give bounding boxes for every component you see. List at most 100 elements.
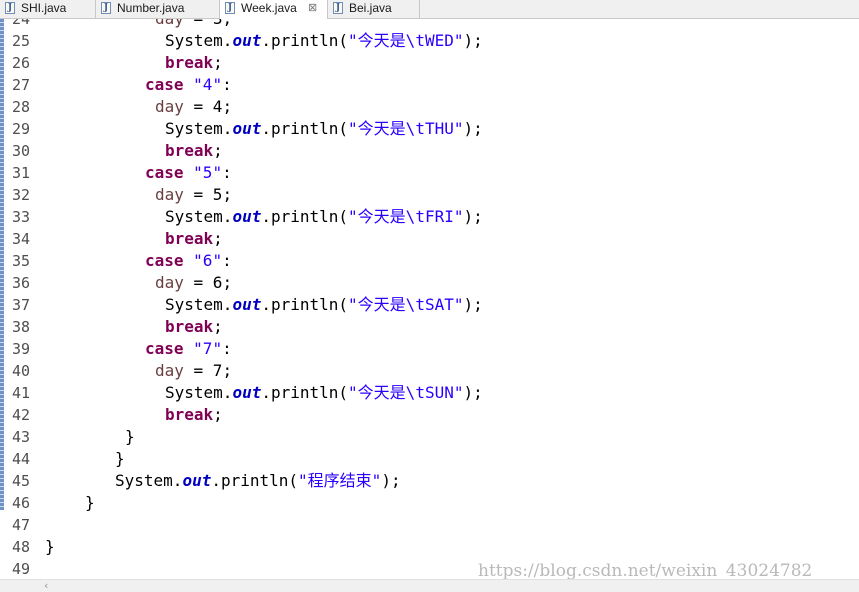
code-text: System.out.println("今天是\tWED"); bbox=[165, 30, 483, 52]
code-line: 28 day = 4; bbox=[0, 96, 859, 118]
code-line: 47 bbox=[0, 514, 859, 536]
code-text: day = 4; bbox=[155, 96, 232, 118]
keyword-token: break bbox=[165, 141, 214, 160]
code-text: System.out.println("今天是\tFRI"); bbox=[165, 206, 483, 228]
code-text: case "6": bbox=[145, 250, 232, 272]
code-token: System. bbox=[115, 471, 183, 490]
code-token: ); bbox=[463, 383, 483, 402]
code-text: } bbox=[115, 448, 125, 470]
code-text: day = 5; bbox=[155, 184, 232, 206]
code-text: System.out.println("程序结束"); bbox=[115, 470, 401, 492]
code-line: 43} bbox=[0, 426, 859, 448]
code-token: = 5; bbox=[183, 185, 233, 204]
code-token: ); bbox=[463, 295, 483, 314]
field-token: out bbox=[232, 207, 262, 226]
line-number: 43 bbox=[12, 428, 31, 446]
tab-week-java[interactable]: J Week.java ⊠ bbox=[220, 0, 328, 19]
java-file-icon: J bbox=[101, 2, 111, 14]
code-token: = 7; bbox=[183, 361, 233, 380]
line-number: 34 bbox=[12, 230, 31, 248]
code-text: break; bbox=[165, 52, 223, 74]
code-token: System. bbox=[165, 383, 233, 402]
horizontal-scrollbar[interactable]: ‹ bbox=[0, 579, 859, 592]
code-line: 29 System.out.println("今天是\tTHU"); bbox=[0, 118, 859, 140]
code-line: 38 break; bbox=[0, 316, 859, 338]
line-number: 25 bbox=[12, 32, 31, 50]
code-text: } bbox=[125, 426, 135, 448]
code-text: } bbox=[85, 492, 95, 514]
code-text: day = 7; bbox=[155, 360, 232, 382]
line-number: 32 bbox=[12, 186, 31, 204]
code-token: : bbox=[222, 251, 232, 270]
tab-shi-java[interactable]: J SHI.java bbox=[0, 0, 96, 18]
variable-token: day bbox=[155, 273, 184, 292]
code-token: : bbox=[222, 163, 232, 182]
code-line: 48} bbox=[0, 536, 859, 558]
watermark: https://blog.csdn.net/weixin_43024782 bbox=[478, 561, 813, 581]
code-text: case "4": bbox=[145, 74, 232, 96]
code-text: break; bbox=[165, 316, 223, 338]
code-text: case "5": bbox=[145, 162, 232, 184]
code-line: 40 day = 7; bbox=[0, 360, 859, 382]
code-text: System.out.println("今天是\tTHU"); bbox=[165, 118, 483, 140]
line-number: 40 bbox=[12, 362, 31, 380]
line-number: 31 bbox=[12, 164, 31, 182]
code-token: } bbox=[125, 427, 135, 446]
code-token: } bbox=[115, 449, 125, 468]
code-editor[interactable]: 24day = 3; 25 System.out.println("今天是\tWED… bbox=[0, 19, 859, 579]
code-token: : bbox=[222, 339, 232, 358]
scroll-left-icon[interactable]: ‹ bbox=[44, 579, 48, 592]
code-token: = 6; bbox=[183, 273, 233, 292]
code-token: ; bbox=[213, 405, 223, 424]
java-file-icon: J bbox=[225, 2, 235, 14]
keyword-token: case bbox=[145, 339, 184, 358]
line-number: 26 bbox=[12, 54, 31, 72]
field-token: out bbox=[232, 383, 262, 402]
code-line: 27 case "4": bbox=[0, 74, 859, 96]
variable-token: day bbox=[155, 361, 184, 380]
code-token: ); bbox=[463, 31, 483, 50]
tab-bei-java[interactable]: J Bei.java bbox=[328, 0, 420, 18]
code-line: 37 System.out.println("今天是\tSAT"); bbox=[0, 294, 859, 316]
keyword-token: case bbox=[145, 251, 184, 270]
code-token: .println( bbox=[261, 207, 349, 226]
line-number: 48 bbox=[12, 538, 31, 556]
keyword-token: break bbox=[165, 229, 214, 248]
code-line: 42 break; bbox=[0, 404, 859, 426]
java-file-icon: J bbox=[5, 2, 15, 14]
line-number: 46 bbox=[12, 494, 31, 512]
line-number: 41 bbox=[12, 384, 31, 402]
field-token: out bbox=[232, 119, 262, 138]
code-line: 39 case "7": bbox=[0, 338, 859, 360]
string-token: "今天是\tFRI" bbox=[348, 207, 464, 226]
code-token: } bbox=[85, 493, 95, 512]
line-number: 24 bbox=[12, 19, 31, 28]
code-token: .println( bbox=[261, 119, 349, 138]
line-number: 45 bbox=[12, 472, 31, 490]
close-tab-icon[interactable]: ⊠ bbox=[308, 0, 317, 16]
editor-tab-bar: J SHI.java J Number.java J Week.java ⊠ J… bbox=[0, 0, 859, 19]
code-line: 26 break; bbox=[0, 52, 859, 74]
code-token: .println( bbox=[261, 383, 349, 402]
field-token: out bbox=[182, 471, 212, 490]
code-token: ; bbox=[213, 53, 223, 72]
code-line: 31 case "5": bbox=[0, 162, 859, 184]
code-token: ; bbox=[213, 317, 223, 336]
tab-label: Bei.java bbox=[349, 1, 392, 15]
keyword-token: case bbox=[145, 163, 184, 182]
code-token: = 4; bbox=[183, 97, 233, 116]
line-number: 44 bbox=[12, 450, 31, 468]
tab-number-java[interactable]: J Number.java bbox=[96, 0, 220, 18]
code-token: System. bbox=[165, 119, 233, 138]
keyword-token: case bbox=[145, 75, 184, 94]
line-number: 49 bbox=[12, 560, 31, 578]
code-token: System. bbox=[165, 207, 233, 226]
code-line: 24 day = 3; bbox=[0, 19, 859, 30]
code-line: 34 break; bbox=[0, 228, 859, 250]
field-token: out bbox=[232, 295, 262, 314]
code-token: System. bbox=[165, 31, 233, 50]
